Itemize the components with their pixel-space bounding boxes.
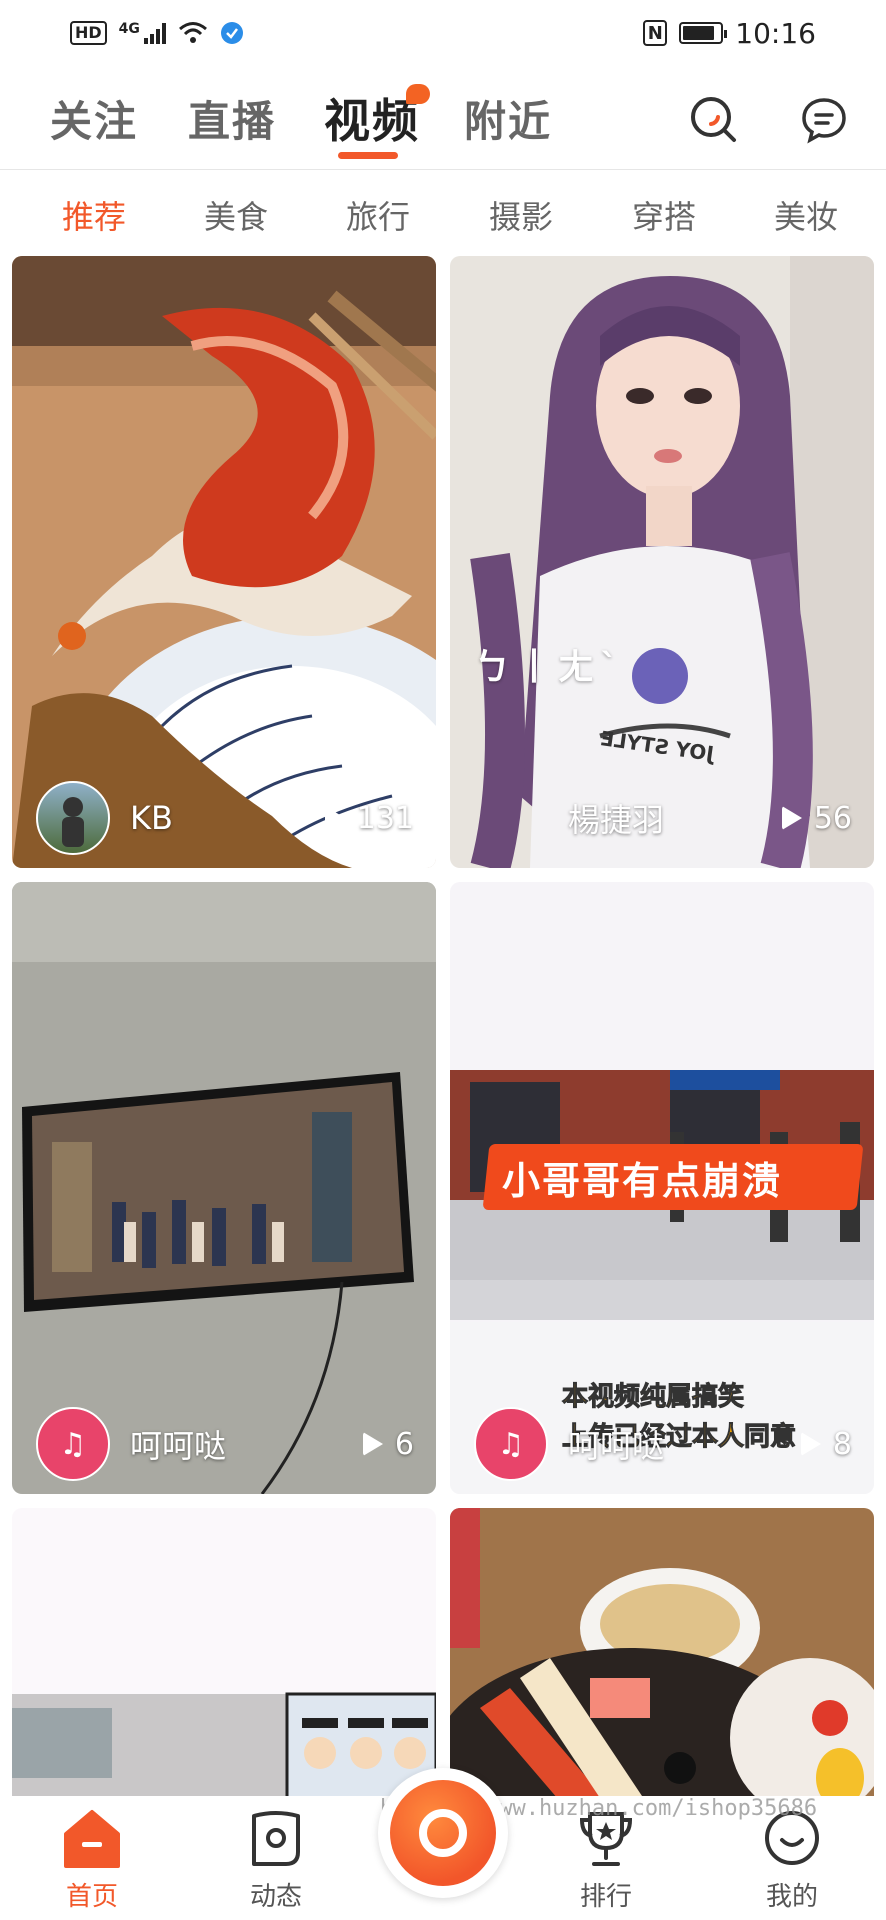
video-banner-text: 小哥哥有点崩溃 [502, 1159, 783, 1203]
play-count: 56 [781, 800, 852, 836]
app-notification-icon [220, 22, 243, 44]
battery-icon [679, 22, 728, 44]
category-food[interactable]: 美食 [204, 192, 268, 238]
video-overlay-text: ㄅ丨ㄤˋ [474, 647, 625, 688]
nav-profile-label: 我的 [765, 1882, 818, 1912]
video-card[interactable]: ♫ 呵呵哒 6 [12, 882, 436, 1494]
search-icon[interactable] [686, 92, 742, 148]
wifi-icon [178, 22, 207, 43]
nav-feed-label: 动态 [249, 1882, 302, 1912]
video-card[interactable]: 小哥哥有点崩溃 本视频纯属搞笑 上传已经过本人同意 ♫ 呵呵哒 8 [450, 882, 874, 1494]
play-icon [781, 806, 802, 830]
network-type: 4G [118, 21, 140, 37]
video-meta: 楊捷羽 56 [450, 768, 874, 868]
play-count: 8 [800, 1426, 852, 1462]
record-ring [419, 1809, 467, 1857]
play-count-value: 8 [832, 1426, 852, 1462]
category-travel[interactable]: 旅行 [346, 192, 410, 238]
play-count-value: 131 [356, 800, 414, 836]
signal-icon [143, 22, 166, 44]
nav-feed[interactable]: 动态 [216, 1796, 336, 1920]
live-avatar-icon[interactable]: ♫ [474, 1407, 548, 1481]
author-name[interactable]: 呵呵哒 [130, 1421, 226, 1467]
tab-badge-dot [406, 84, 430, 104]
video-card[interactable]: KB 131 [12, 256, 436, 868]
play-icon [362, 1432, 383, 1456]
message-icon[interactable] [796, 92, 852, 148]
clock: 10:16 [735, 16, 816, 50]
nav-home[interactable]: 首页 [32, 1796, 152, 1920]
category-recommend[interactable]: 推荐 [62, 192, 126, 238]
video-card[interactable]: ㄅ丨ㄤˋ JOY STYLE 楊捷羽 56 [450, 256, 874, 868]
person-avatar-icon[interactable] [36, 781, 110, 855]
nav-home-label: 首页 [65, 1882, 118, 1912]
top-tab-bar: 关注 直播 视频 附近 [0, 78, 886, 170]
author-name[interactable]: 呵呵哒 [568, 1421, 664, 1467]
play-count-value: 6 [394, 1426, 414, 1462]
hd-badge: HD [70, 21, 107, 45]
category-photography[interactable]: 摄影 [489, 192, 553, 238]
feed-icon [252, 1811, 300, 1866]
author-name[interactable]: 楊捷羽 [568, 795, 664, 841]
status-right: N 10:16 [643, 17, 816, 50]
record-button[interactable] [378, 1768, 508, 1898]
play-icon [324, 806, 345, 830]
author-name[interactable]: KB [130, 799, 173, 837]
play-count-value: 56 [813, 800, 852, 836]
record-icon [390, 1780, 496, 1886]
category-bar: 推荐 美食 旅行 摄影 穿搭 美妆 [0, 188, 886, 244]
play-icon [800, 1432, 821, 1456]
home-icon [64, 1810, 120, 1868]
tab-live[interactable]: 直播 [188, 88, 276, 149]
video-meta: ♫ 呵呵哒 6 [12, 1394, 436, 1494]
play-count: 131 [324, 800, 414, 836]
play-count: 6 [362, 1426, 414, 1462]
video-meta: KB 131 [12, 768, 436, 868]
tab-follow[interactable]: 关注 [50, 88, 138, 149]
category-outfit[interactable]: 穿搭 [632, 192, 696, 238]
nav-ranking-label: 排行 [579, 1882, 632, 1912]
status-left: HD 4G [70, 21, 244, 45]
category-makeup[interactable]: 美妆 [774, 192, 838, 238]
tab-active-indicator [338, 152, 398, 159]
live-avatar-icon[interactable]: ♫ [36, 1407, 110, 1481]
status-bar: HD 4G N 10:16 [0, 0, 886, 66]
video-meta: ♫ 呵呵哒 8 [450, 1394, 874, 1494]
nfc-icon: N [643, 20, 668, 46]
tab-nearby[interactable]: 附近 [464, 88, 552, 149]
